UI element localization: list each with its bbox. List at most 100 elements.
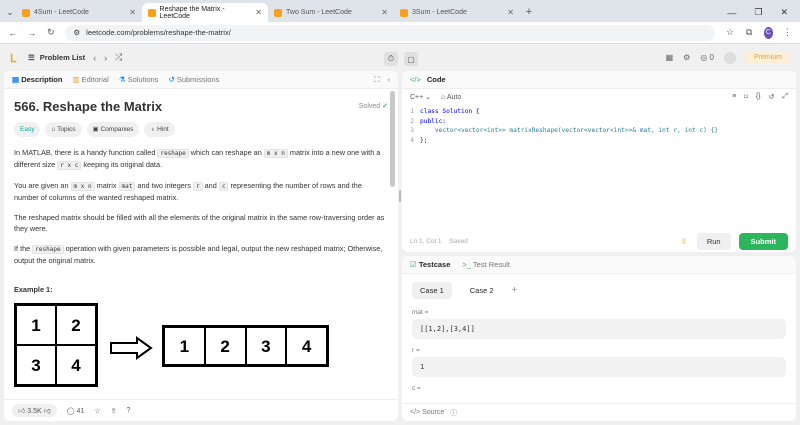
hint-chip[interactable]: ♁ Hint	[144, 122, 175, 137]
code-toolbar: C++ ⌄ ⌂ Auto ≡ ⌑ {} ↺ ⤢	[402, 89, 796, 105]
back-icon[interactable]: ←	[8, 28, 17, 38]
matrix-cell: 1	[164, 327, 205, 365]
tab-description-label: Description	[21, 75, 63, 84]
inline-code: r x c	[57, 161, 82, 170]
description-scrollbar[interactable]	[390, 91, 395, 187]
lock-icon: ⌂	[441, 93, 446, 101]
prev-problem-icon[interactable]: ‹	[93, 53, 96, 63]
next-problem-icon[interactable]: ›	[104, 53, 107, 63]
problem-list-button[interactable]: ☰ Problem List	[28, 53, 85, 62]
companies-label: Companies	[100, 126, 134, 133]
share-icon[interactable]: ⇪	[111, 407, 117, 415]
user-avatar-icon[interactable]	[723, 51, 736, 64]
tab-testcase[interactable]: ☑ Testcase	[410, 260, 450, 269]
mat-input[interactable]: [[1,2],[3,4]]	[412, 319, 786, 339]
bookmark-star-icon[interactable]: ☆	[725, 27, 734, 38]
tab-label: Two Sum - LeetCode	[286, 9, 352, 16]
r-label: r =	[412, 347, 420, 354]
line-number: 3	[410, 127, 414, 134]
close-icon[interactable]: ✕	[507, 8, 514, 17]
flask-icon: ⚗	[118, 75, 126, 84]
run-label[interactable]: Run	[696, 232, 731, 250]
upload-icon[interactable]: ⇧	[681, 237, 687, 246]
case-tabs: Case 1 Case 2 +	[402, 274, 796, 305]
settings-gear-icon[interactable]: ⚙	[683, 53, 690, 62]
auto-toggle[interactable]: ⌂ Auto	[441, 94, 461, 101]
maximize-icon[interactable]: ❐	[754, 7, 762, 18]
timer-icon[interactable]: ⏱	[384, 52, 398, 66]
premium-button[interactable]: Premium	[745, 51, 790, 64]
code-title: Code	[426, 75, 446, 84]
profile-avatar[interactable]: C	[763, 26, 773, 39]
browser-tab-two-sum[interactable]: Two Sum - LeetCode ✕	[268, 3, 394, 22]
close-window-icon[interactable]: ✕	[780, 7, 788, 18]
notes-icon[interactable]: ▢	[404, 52, 418, 66]
case-1-tab[interactable]: Case 1	[412, 282, 452, 299]
browser-tab-reshape[interactable]: Reshape the Matrix - LeetCode ✕	[142, 3, 268, 22]
url-field[interactable]: ⚙ leetcode.com/problems/reshape-the-matr…	[65, 24, 716, 41]
new-tab-button[interactable]: +	[520, 3, 538, 22]
extensions-icon[interactable]: ⧉	[745, 27, 754, 38]
menu-icon[interactable]: ⋮	[783, 27, 792, 38]
panel-resize-handle[interactable]	[399, 190, 401, 202]
browser-tab-3sum[interactable]: 3Sum - LeetCode ✕	[394, 3, 520, 22]
matrix-cell: 4	[286, 327, 327, 365]
topics-chip[interactable]: ⌂ Topics	[45, 122, 82, 137]
coins-counter[interactable]: ◎ 0	[700, 53, 714, 62]
code-editor[interactable]: 1 class Solution { 2 public: 3 vector<vect…	[402, 105, 796, 145]
source-label: Source	[422, 409, 445, 416]
submit-button[interactable]: Submit	[738, 232, 788, 250]
add-case-icon[interactable]: +	[512, 285, 518, 296]
tab-editorial[interactable]: ▥ Editorial	[72, 75, 108, 84]
shuffle-icon[interactable]: ⤮	[115, 52, 122, 63]
fullscreen-icon[interactable]: ⤢	[782, 93, 788, 101]
testcase-label: Testcase	[418, 260, 451, 269]
solved-badge: Solved ✓	[359, 101, 388, 112]
run-button[interactable]: ⇧ Run	[681, 232, 731, 250]
expand-icon[interactable]: ⛶	[374, 75, 379, 85]
format-icon[interactable]: ≡	[732, 93, 736, 101]
close-icon[interactable]: ✕	[381, 8, 388, 17]
auto-label: Auto	[446, 93, 462, 101]
cursor-position: Ln 1, Col 1	[410, 237, 442, 245]
code-line: 4};	[402, 136, 796, 146]
braces-icon[interactable]: {}	[756, 93, 761, 101]
leetcode-logo-icon[interactable]: ᒪ	[10, 52, 20, 65]
bookmark-icon[interactable]: ⌑	[744, 93, 748, 101]
like-button[interactable]: 👍︎ 3.5K 👎︎	[12, 404, 57, 417]
center-controls: ⏱ ▢	[384, 52, 418, 66]
inline-code: m x n	[263, 149, 288, 158]
solved-label: Solved	[358, 103, 381, 110]
close-icon[interactable]: ✕	[255, 8, 262, 17]
help-icon[interactable]: ?	[127, 407, 131, 414]
layout-icon[interactable]: ▦	[666, 53, 674, 62]
help-icon[interactable]: ⓘ	[450, 408, 457, 418]
comments-button[interactable]: ◯ 41	[67, 407, 85, 415]
reload-icon[interactable]: ↻	[46, 27, 55, 38]
companies-chip[interactable]: ▣ Companies	[86, 122, 140, 137]
collapse-icon[interactable]: ‹	[388, 75, 391, 85]
problem-title: 566. Reshape the Matrix	[14, 99, 163, 114]
favorite-star-icon[interactable]: ☆	[94, 407, 100, 415]
tab-test-result[interactable]: >_ Test Result	[462, 260, 510, 269]
minimize-icon[interactable]: —	[727, 8, 736, 18]
text: operation with given parameters is possi…	[14, 244, 383, 265]
r-input[interactable]: 1	[412, 357, 786, 377]
tab-description[interactable]: ▤ Description	[12, 75, 62, 84]
tab-submissions[interactable]: ↺ Submissions	[168, 75, 219, 84]
inline-code: reshape	[157, 149, 189, 158]
case-2-tab[interactable]: Case 2	[462, 282, 502, 299]
forward-icon[interactable]: →	[27, 28, 36, 38]
language-select[interactable]: C++ ⌄	[410, 93, 431, 101]
tab-search-icon[interactable]: ⌄	[4, 3, 16, 22]
close-icon[interactable]: ✕	[129, 8, 136, 17]
browser-tab-4sum[interactable]: 4Sum - LeetCode ✕	[16, 3, 142, 22]
lightbulb-icon: ♁	[150, 126, 156, 133]
paragraph-2: You are given an m x n matrix mat and tw…	[14, 180, 388, 203]
source-button[interactable]: </> Source	[410, 409, 444, 416]
tab-solutions[interactable]: ⚗ Solutions	[119, 75, 159, 84]
editorial-icon: ▥	[72, 75, 80, 84]
reset-icon[interactable]: ↺	[769, 93, 775, 101]
site-info-icon[interactable]: ⚙	[73, 28, 80, 37]
history-icon: ↺	[168, 75, 175, 84]
